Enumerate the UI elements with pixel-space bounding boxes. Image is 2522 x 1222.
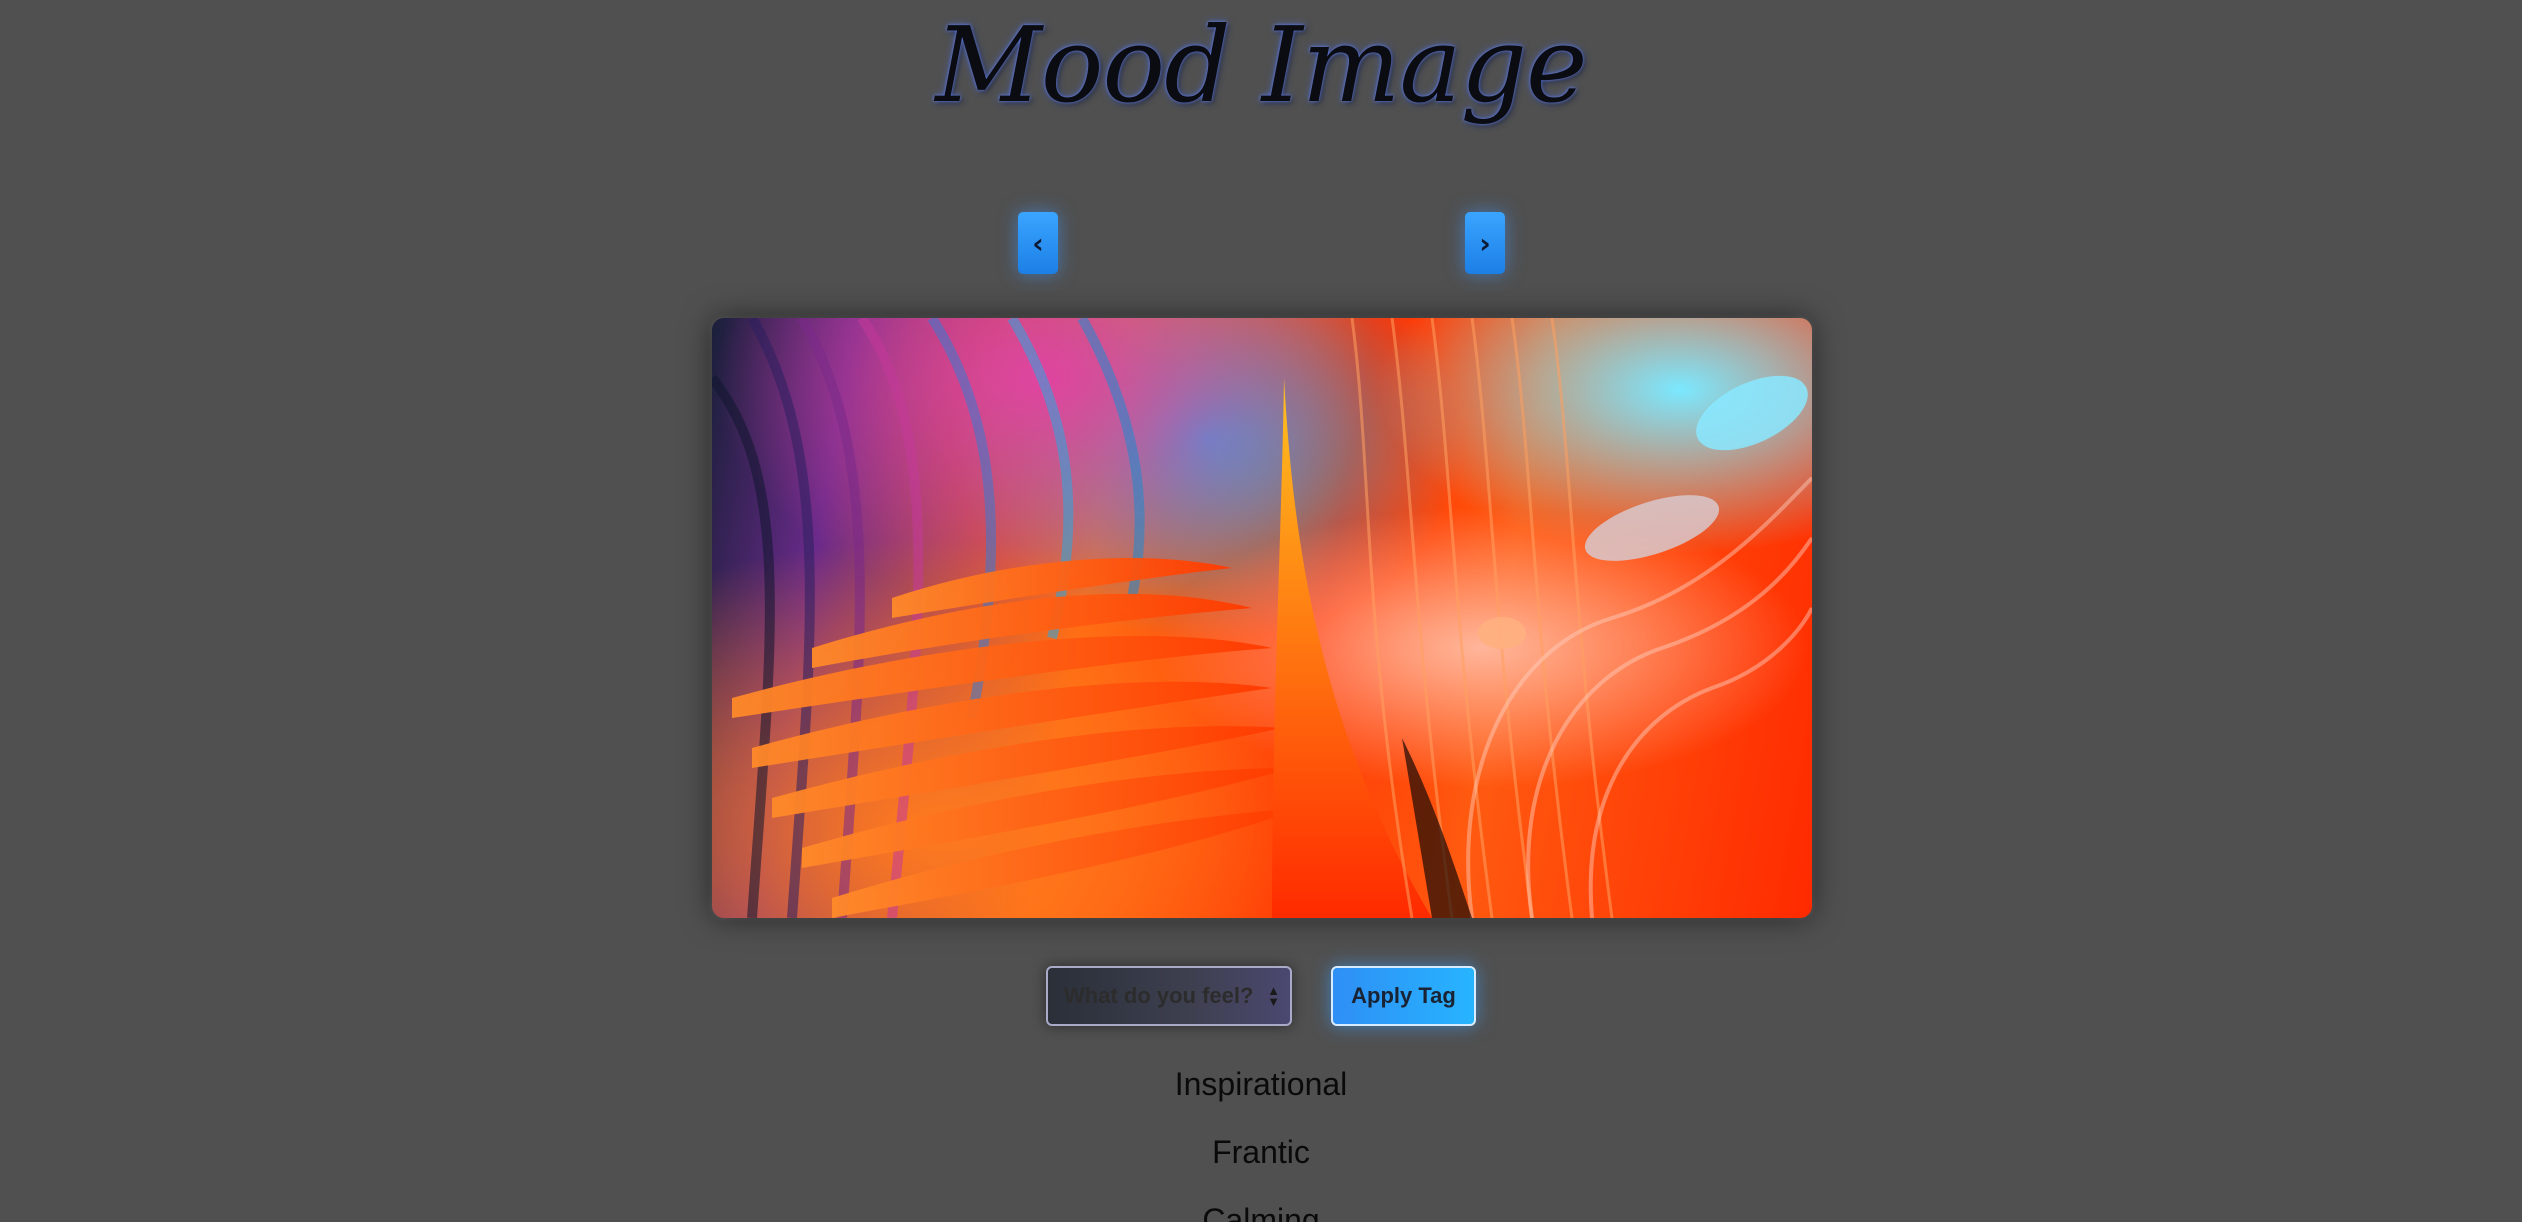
page-title: Mood Image: [935, 4, 1587, 126]
chevron-right-icon: ›: [1479, 226, 1491, 260]
next-image-button[interactable]: ›: [1465, 212, 1505, 274]
apply-tag-button[interactable]: Apply Tag: [1331, 966, 1476, 1026]
abstract-art-graphic: [712, 318, 1812, 918]
chevron-left-icon: ‹: [1032, 226, 1044, 260]
tag-item: Calming: [1202, 1202, 1320, 1222]
mood-image-page: Mood Image ‹ › What do you feel? ▲ ▼ App…: [0, 0, 2522, 1222]
tag-item: Frantic: [1212, 1134, 1310, 1170]
mood-select-value: What do you feel?: [1064, 983, 1254, 1008]
tag-item: Inspirational: [1174, 1066, 1348, 1102]
select-arrows-icon: ▲ ▼: [1267, 983, 1280, 1009]
previous-image-button[interactable]: ‹: [1018, 212, 1058, 274]
mood-select[interactable]: What do you feel? ▲ ▼: [1046, 966, 1292, 1026]
mood-image: [712, 318, 1812, 918]
tag-list: Inspirational Frantic Calming: [0, 1050, 2522, 1222]
